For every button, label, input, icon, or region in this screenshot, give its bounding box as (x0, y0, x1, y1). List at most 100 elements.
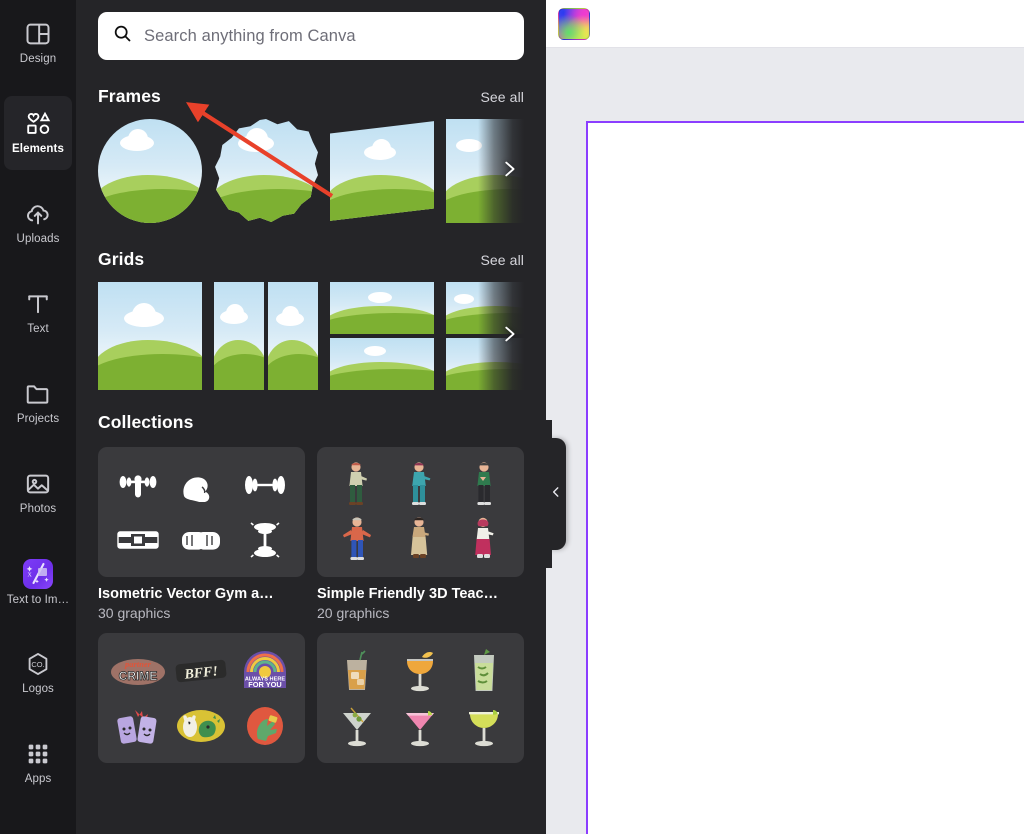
workspace (546, 0, 1024, 834)
bff-sticker-icon: BFF! (170, 643, 234, 698)
frames-see-all-link[interactable]: See all (480, 89, 524, 105)
grids-see-all-link[interactable]: See all (480, 252, 524, 268)
grids-section-header: Grids See all (98, 249, 524, 270)
sidebar-item-label: Photos (19, 503, 57, 516)
grids-row[interactable] (98, 282, 524, 390)
person-figure-icon (325, 512, 389, 567)
sidebar-item-text-to-image[interactable]: X Text to Im… (4, 546, 72, 620)
search-input[interactable]: Search anything from Canva (98, 12, 524, 60)
person-figure-icon (452, 512, 516, 567)
canva-editor: Design Elements Uploads Text Projects Ph… (0, 0, 1024, 834)
sidebar-item-label: Logos (22, 683, 54, 696)
cosmopolitan-glass-icon (389, 698, 453, 753)
collections-section-header: Collections (98, 412, 524, 433)
sidebar-item-logos[interactable]: CO. Logos (4, 636, 72, 710)
sidebar-item-projects[interactable]: Projects (4, 366, 72, 440)
whiskey-glass-icon (325, 643, 389, 698)
svg-text:partner: partner (124, 659, 152, 669)
left-sidebar: Design Elements Uploads Text Projects Ph… (0, 0, 76, 834)
text-t-icon (24, 290, 52, 318)
chevron-left-icon (549, 485, 563, 504)
sidebar-item-design[interactable]: Design (4, 6, 72, 80)
collection-name: Simple Friendly 3D Teac… (317, 586, 499, 602)
collection-thumbnail-stickers[interactable]: partner CRIME BFF! ALWAYS HERE FOR YOU (98, 633, 305, 763)
shapes-icon (24, 110, 52, 138)
magic-wand-icon: X (23, 559, 53, 590)
rainbow-gradient-swatch[interactable] (558, 7, 590, 40)
image-icon (24, 470, 52, 498)
sidebar-item-label: Text to Im… (6, 594, 70, 607)
grid-dots-icon (24, 740, 52, 768)
grid-thumbnail-two-columns[interactable] (214, 282, 318, 390)
coupe-cocktail-icon (389, 643, 453, 698)
sidebar-item-label: Text (27, 323, 49, 336)
dino-bunny-sticker-icon (170, 698, 234, 753)
frame-thumbnail-skewed[interactable] (330, 121, 434, 221)
cloud-upload-icon (24, 200, 52, 228)
canvas-area[interactable] (546, 48, 1024, 834)
sidebar-item-label: Design (19, 53, 57, 66)
elements-panel: Search anything from Canva Frames See al… (76, 0, 546, 834)
sidebar-item-uploads[interactable]: Uploads (4, 186, 72, 260)
frames-next-button[interactable] (478, 119, 524, 223)
sidebar-item-label: Projects (16, 413, 60, 426)
search-placeholder: Search anything from Canva (144, 26, 356, 45)
frames-row[interactable] (98, 119, 524, 223)
collection-item[interactable] (317, 633, 524, 775)
grids-next-button[interactable] (478, 282, 524, 390)
collections-title: Collections (98, 412, 194, 432)
collection-count: 30 graphics (98, 605, 171, 621)
frames-section-header: Frames See all (98, 86, 524, 107)
martini-glass-icon (325, 698, 389, 753)
margarita-glass-icon (452, 698, 516, 753)
collection-item[interactable]: Simple Friendly 3D Teac… 20 graphics (317, 447, 524, 621)
person-figure-icon (325, 457, 389, 512)
hand-sticker-icon (233, 698, 297, 753)
design-canvas[interactable] (586, 121, 1024, 834)
collection-name: Isometric Vector Gym a… (98, 586, 274, 602)
chevron-right-icon (498, 323, 520, 350)
person-figure-icon (389, 512, 453, 567)
always-here-for-you-sticker-icon: ALWAYS HERE FOR YOU (233, 643, 297, 698)
collection-item[interactable]: partner CRIME BFF! ALWAYS HERE FOR YOU (98, 633, 305, 775)
fist-bump-icon (170, 512, 234, 567)
collections-grid: Isometric Vector Gym a… 30 graphics Simp… (98, 447, 524, 775)
weight-belt-icon (106, 512, 170, 567)
sidebar-item-label: Elements (12, 143, 64, 156)
svg-text:BFF!: BFF! (183, 664, 219, 683)
chevron-right-icon (498, 158, 520, 185)
svg-text:FOR YOU: FOR YOU (248, 680, 282, 689)
sidebar-item-photos[interactable]: Photos (4, 456, 72, 530)
dumbbell-vertical-icon (233, 512, 297, 567)
sidebar-item-label: Apps (24, 773, 52, 786)
collection-thumbnail-cocktails[interactable] (317, 633, 524, 763)
mojito-glass-icon (452, 643, 516, 698)
elements-panel-scroll[interactable]: Search anything from Canva Frames See al… (76, 0, 546, 834)
dumbbell-hand-icon (106, 457, 170, 512)
grids-title: Grids (98, 249, 145, 269)
sidebar-item-text[interactable]: Text (4, 276, 72, 350)
sidebar-item-elements[interactable]: Elements (4, 96, 72, 170)
frames-title: Frames (98, 86, 161, 106)
person-figure-icon (452, 457, 516, 512)
collapse-panel-button[interactable] (538, 420, 566, 568)
person-figure-icon (389, 457, 453, 512)
logo-hex-icon: CO. (24, 650, 52, 678)
collection-thumbnail-gym[interactable] (98, 447, 305, 577)
grid-thumbnail-two-rows[interactable] (330, 282, 434, 390)
collection-count: 20 graphics (317, 605, 390, 621)
frame-thumbnail-scalloped[interactable] (215, 119, 318, 222)
sidebar-item-label: Uploads (16, 233, 60, 246)
folder-icon (24, 380, 52, 408)
svg-text:CRIME: CRIME (118, 669, 157, 683)
collections-section: Collections Isometric Vector Gym a… 30 g… (98, 412, 524, 775)
search-icon (112, 23, 133, 49)
sidebar-item-apps[interactable]: Apps (4, 726, 72, 800)
collection-thumbnail-people[interactable] (317, 447, 524, 577)
collection-item[interactable]: Isometric Vector Gym a… 30 graphics (98, 447, 305, 621)
frame-thumbnail-circle[interactable] (98, 119, 202, 223)
svg-text:CO.: CO. (31, 660, 44, 669)
cheers-cans-sticker-icon (106, 698, 170, 753)
grid-thumbnail-single[interactable] (98, 282, 202, 390)
svg-text:X: X (28, 573, 33, 579)
